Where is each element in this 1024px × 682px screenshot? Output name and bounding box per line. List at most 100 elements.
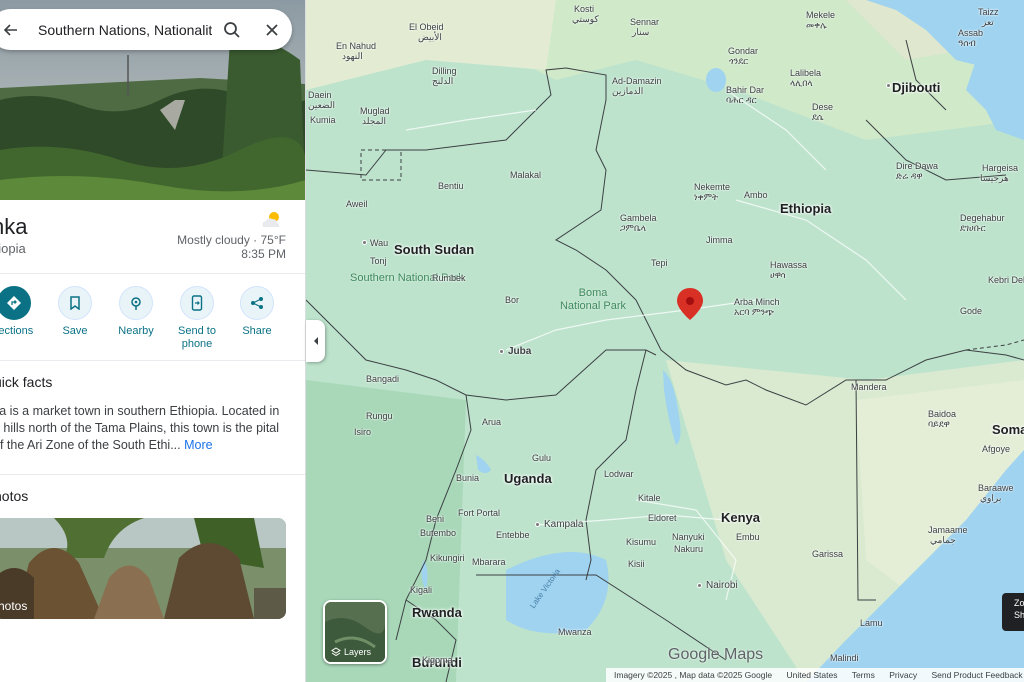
search-icon[interactable] [212,21,252,39]
city-label: Kisumu [626,537,657,547]
city-label: ባይደዋ [928,419,950,429]
city-label: El Obeid [409,22,444,32]
huts-photo [0,518,286,619]
search-box[interactable]: Southern Nations, Nationalitie [0,9,292,50]
city-label: Rungu [366,411,393,421]
city-label: ጋምቤላ [620,223,647,233]
city-label: Taizz [978,7,999,17]
city-label: Ad-Damazin [612,76,662,86]
action-label: Share [242,325,272,337]
action-buttons: rections Save Nearby Send to phone [0,286,305,356]
city-label: الضعين [308,100,335,110]
city-label: الأبيض [418,32,442,42]
city-label: Bahir Dar [726,85,765,95]
region-link[interactable]: United States [786,670,837,680]
more-link[interactable]: More [184,438,212,452]
action-label: Save [62,325,88,337]
city-label: كوستي [572,14,599,24]
city-label: ዓሰብ [958,38,976,48]
nearby-icon [119,286,153,320]
zoom-chip-line: Sh [1014,610,1024,620]
zoom-tooltip-chip[interactable]: Zo Sh [1002,593,1024,631]
close-icon[interactable] [252,23,292,37]
weather-condition: Mostly cloudy · 75°F [177,233,286,247]
city-label: Jamaame [928,525,968,535]
country-label: Ethiopia [780,201,832,216]
city-label: سنار [632,27,650,37]
directions-button[interactable]: rections [0,286,47,338]
city-dot [499,349,504,354]
city-label: Mandera [851,382,887,392]
action-label: rections [0,325,34,337]
city-label: ደገሀቡር [960,223,986,233]
city-label: Tepi [651,258,668,268]
country-label: Uganda [504,471,552,486]
search-input[interactable]: Southern Nations, Nationalitie [28,22,212,38]
layers-button[interactable]: Layers [323,600,387,664]
city-label: هرجيسا [980,173,1009,183]
city-label: Garissa [812,549,844,559]
photos-thumbnail[interactable] [0,518,286,619]
country-label: South Sudan [394,242,475,257]
send-to-phone-icon [180,286,214,320]
city-label: ጎንደር [729,56,749,66]
action-label: Nearby [118,325,154,337]
layers-label: Layers [331,647,371,657]
bookmark-icon [58,286,92,320]
city-label: Kisii [628,559,645,569]
city-label: Gambela [620,213,657,223]
city-label: Hawassa [770,260,808,270]
city-label: Eldoret [648,513,677,523]
city-label: جمامي [930,535,956,545]
privacy-link[interactable]: Privacy [889,670,917,680]
city-label: Afgoye [982,444,1011,454]
city-label: الدمازين [612,86,644,96]
city-label: Daein [308,90,332,100]
map-base [306,0,1024,682]
back-arrow-icon[interactable] [0,23,28,37]
city-dot [362,240,367,245]
send-to-phone-button[interactable]: Send to phone [164,286,230,351]
city-label: Ambo [744,190,768,200]
photos-title: hotos [0,488,29,504]
nearby-button[interactable]: Nearby [103,286,169,338]
city-label: Arua [482,417,502,427]
share-button[interactable]: Share [224,286,290,338]
city-label: Beni [426,514,445,524]
city-label: Malindi [830,653,859,663]
city-label: تعز [982,17,994,27]
city-label: Mwanza [558,627,592,637]
city-dot [535,522,540,527]
city-label: Kitale [638,493,661,503]
map-footer: Imagery ©2025 , Map data ©2025 Google Un… [606,668,1024,682]
city-label: Aweil [346,199,368,209]
city-label: Dilling [432,66,457,76]
collapse-panel-button[interactable] [306,320,325,362]
save-button[interactable]: Save [42,286,108,338]
city-label: Nakuru [674,544,704,554]
quick-facts-text: ka is a market town in southern Ethiopia… [0,403,283,454]
city-label: ላሊበላ [790,78,813,88]
map-canvas[interactable]: South Sudan Ethiopia Uganda Kenya Rwanda… [306,0,1024,682]
city-label: الدلنج [432,76,454,86]
divider [0,273,305,274]
city-label: Embu [736,532,760,542]
city-label: Kumia [310,115,336,125]
city-label: Nanyuki [672,532,705,542]
city-label: Mbarara [472,557,506,567]
terms-link[interactable]: Terms [852,670,875,680]
city-label: Lalibela [790,68,822,78]
country-label: Soma [992,422,1024,437]
city-label: ነቀምት [694,192,719,202]
city-label: Gondar [728,46,759,56]
feedback-link[interactable]: Send Product Feedback [931,670,1022,680]
city-label: Malakal [510,170,542,180]
place-hero-photo[interactable]: Southern Nations, Nationalitie [0,0,305,200]
city-label: Rumbek [432,273,466,283]
city-label: براوي [980,493,1002,503]
city-label: Isiro [354,427,372,437]
layers-text: Layers [344,647,372,657]
city-label: ባሕር ዳር [726,95,757,105]
city-label: Kigoma [422,655,453,665]
directions-icon [0,286,31,320]
